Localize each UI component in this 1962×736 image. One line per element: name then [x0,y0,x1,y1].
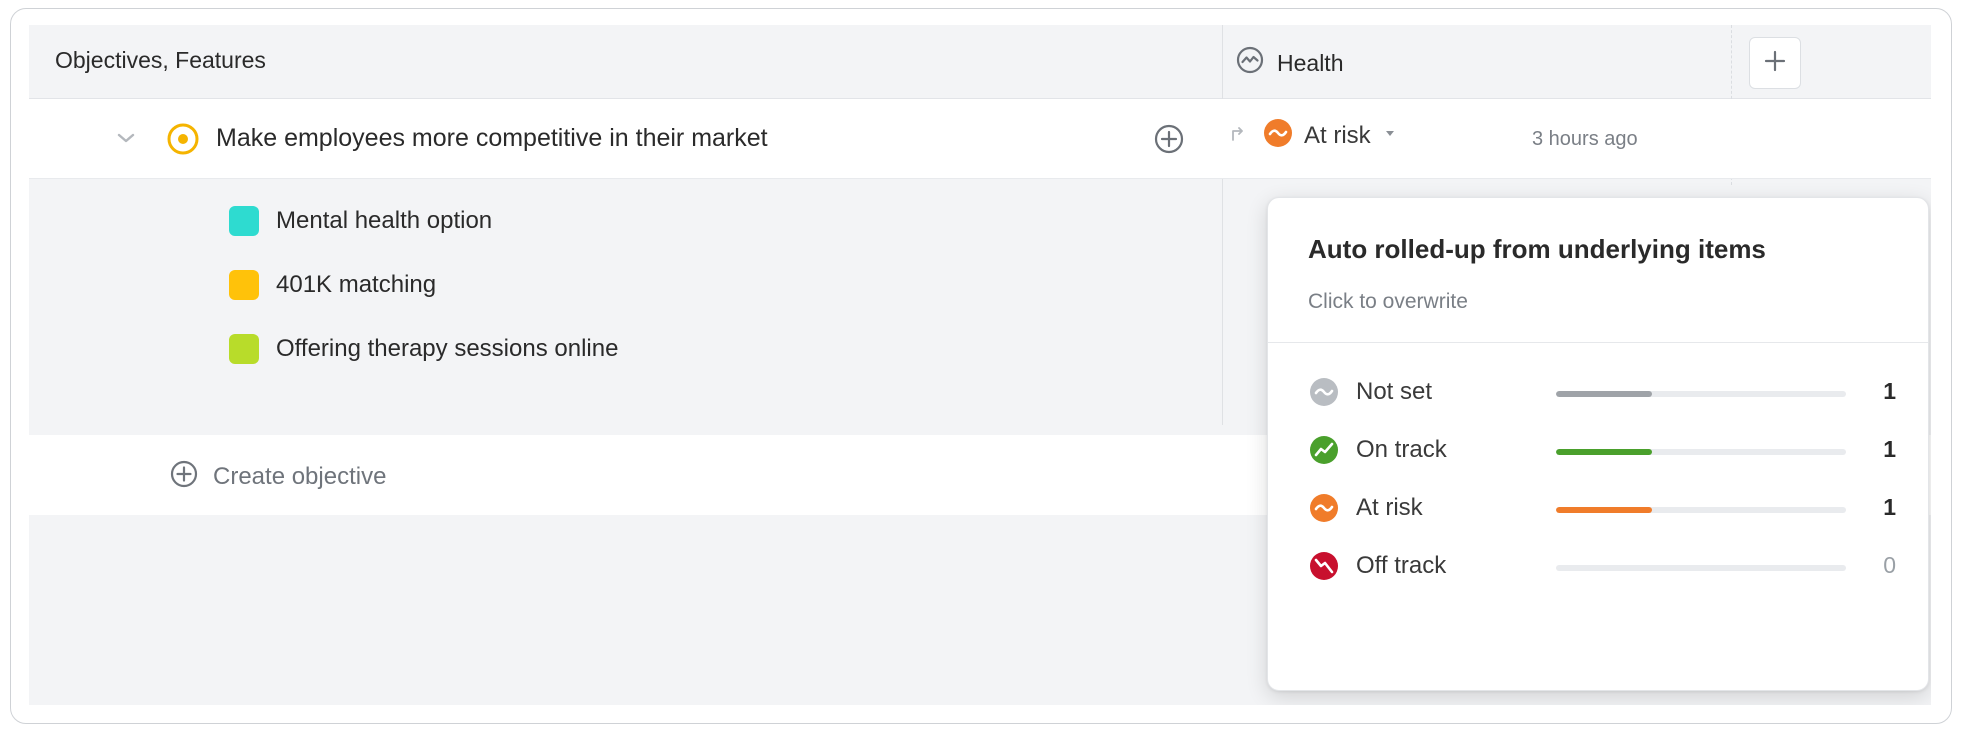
add-feature-icon[interactable] [1153,123,1185,160]
caret-down-icon [1383,126,1397,145]
column-divider [1222,25,1223,425]
health-breakdown-row-off-track: Off track 0 [1308,548,1896,584]
breakdown-count: 0 [1883,552,1896,578]
overwrite-link[interactable]: Click to overwrite [1308,290,1468,314]
health-breakdown-row-on-track: On track 1 [1308,432,1896,468]
breakdown-count: 1 [1883,494,1896,520]
at-risk-icon [1262,117,1294,154]
feature-color-swatch [229,206,259,236]
breakdown-label: Not set [1356,378,1433,405]
breakdown-count: 1 [1883,378,1896,404]
breakdown-count: 1 [1883,436,1896,462]
table-header: Objectives, Features Health [29,25,1931,99]
health-cell: At risk [1228,117,1397,154]
popover-divider [1268,342,1928,343]
chevron-down-icon[interactable] [113,125,139,156]
plus-circle-icon [169,459,199,494]
health-column-label: Health [1277,49,1344,76]
breakdown-label: On track [1356,436,1447,463]
breakdown-label: At risk [1356,494,1423,521]
health-breakdown-row-at-risk: At risk 1 [1308,490,1896,526]
feature-row[interactable]: Offering therapy sessions online [29,308,1222,388]
on-track-icon [1308,434,1340,471]
breakdown-bar-track [1556,565,1846,571]
rollup-arrow-icon [1228,123,1248,148]
popover-title: Auto rolled-up from underlying items [1308,234,1766,264]
health-icon [1235,45,1265,81]
breakdown-bar-fill [1556,507,1652,513]
not-set-icon [1308,376,1340,413]
breakdown-bar-track [1556,449,1846,455]
health-status-dropdown[interactable]: At risk [1262,117,1397,154]
breakdown-label: Off track [1356,552,1447,579]
create-objective-button[interactable]: Create objective [169,459,386,494]
app-frame: Objectives, Features Health Make employe… [10,8,1952,724]
updated-timestamp: 3 hours ago [1532,128,1638,150]
objectives-column-header[interactable]: Objectives, Features [55,47,266,74]
breakdown-bar-fill [1556,391,1652,397]
roadmap-table: Objectives, Features Health Make employe… [29,25,1931,705]
feature-label[interactable]: 401K matching [276,271,436,299]
target-icon [165,121,201,162]
objective-title[interactable]: Make employees more competitive in their… [216,124,768,153]
breakdown-bar-fill [1556,449,1652,455]
health-status-label: At risk [1304,121,1371,149]
objective-row[interactable]: Make employees more competitive in their… [29,99,1931,179]
breakdown-bar-track [1556,391,1846,397]
health-breakdown-row-not-set: Not set 1 [1308,374,1896,410]
feature-color-swatch [229,270,259,300]
health-column-header[interactable]: Health [1235,45,1343,81]
health-rollup-popover: Auto rolled-up from underlying items Cli… [1267,197,1929,691]
add-column-button[interactable] [1749,37,1801,89]
plus-icon [1763,49,1787,78]
feature-color-swatch [229,334,259,364]
create-objective-label: Create objective [213,462,387,490]
breakdown-bar-track [1556,507,1846,513]
feature-label[interactable]: Offering therapy sessions online [276,335,618,363]
off-track-icon [1308,550,1340,587]
feature-label[interactable]: Mental health option [276,207,492,235]
at-risk-icon [1308,492,1340,529]
feature-list: Mental health option 401K matching Offer… [29,180,1222,418]
